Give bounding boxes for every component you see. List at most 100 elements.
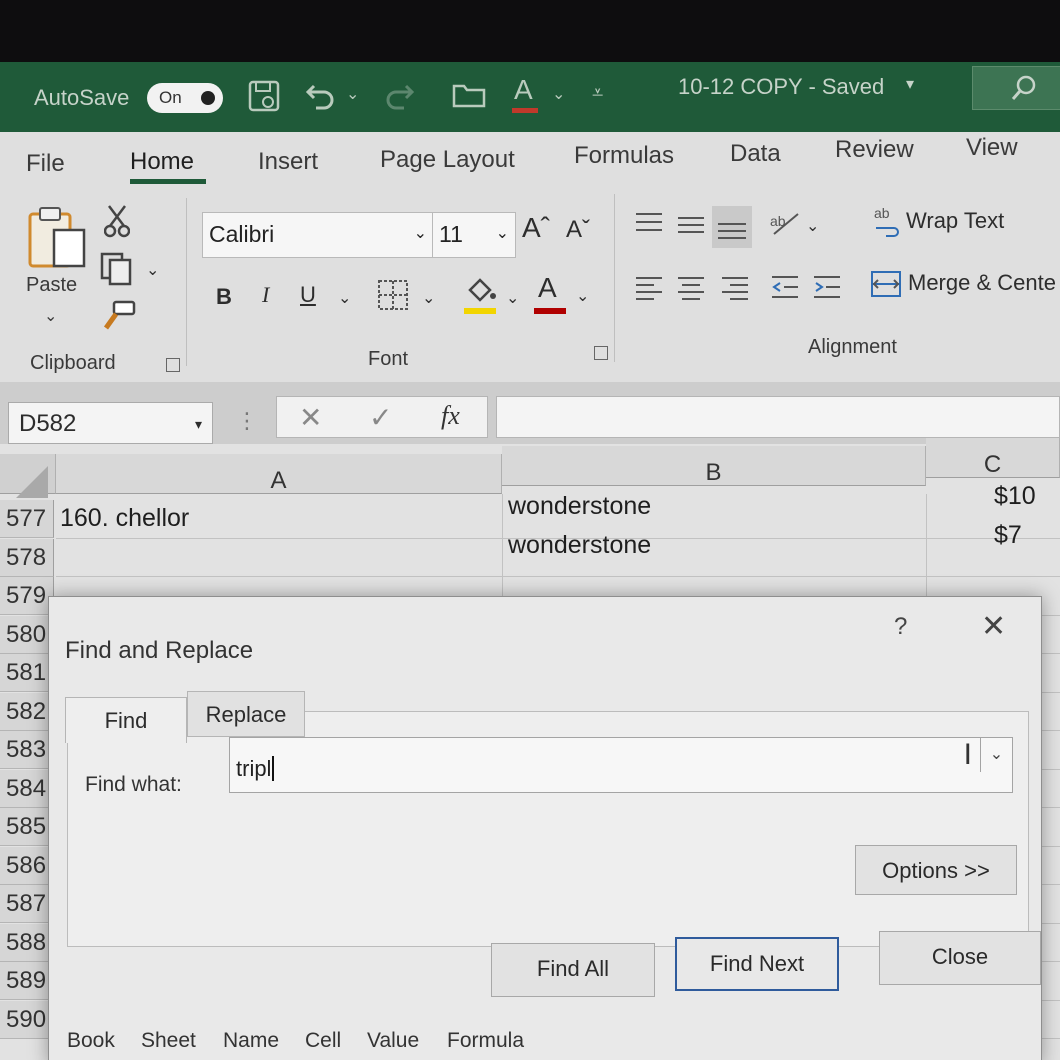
drag-handle-icon[interactable]: ⋮	[236, 408, 258, 434]
tab-file[interactable]: File	[26, 150, 65, 178]
tab-data[interactable]: Data	[730, 140, 781, 168]
formula-input[interactable]	[496, 396, 1060, 438]
row-header[interactable]: 589	[0, 962, 54, 1000]
font-color-dropdown-icon[interactable]: ⌄	[552, 84, 565, 104]
row-header[interactable]: 587	[0, 885, 54, 923]
tab-review[interactable]: Review	[835, 136, 914, 164]
document-title[interactable]: 10-12 COPY - Saved	[678, 74, 884, 100]
borders-icon[interactable]	[376, 278, 410, 317]
find-next-button[interactable]: Find Next	[675, 937, 839, 991]
orientation-dropdown-icon[interactable]: ⌄	[806, 216, 819, 236]
confirm-icon[interactable]: ✓	[369, 401, 392, 434]
title-dropdown-icon[interactable]: ▾	[906, 74, 914, 94]
fill-color-dropdown-icon[interactable]: ⌄	[506, 288, 519, 308]
redo-icon[interactable]	[382, 78, 416, 119]
tab-insert[interactable]: Insert	[258, 148, 318, 176]
align-center-icon[interactable]	[676, 272, 706, 311]
cell-c[interactable]: $7	[994, 521, 1022, 550]
tab-view[interactable]: View	[966, 134, 1018, 162]
underline-dropdown-icon[interactable]: ⌄	[338, 288, 351, 308]
row-header[interactable]: 585	[0, 808, 54, 846]
row-header[interactable]: 579	[0, 577, 54, 615]
select-all-corner[interactable]	[0, 454, 56, 498]
font-color-dropdown-icon[interactable]: ⌄	[576, 286, 589, 306]
tab-replace[interactable]: Replace	[187, 691, 305, 737]
open-folder-icon[interactable]	[452, 80, 488, 117]
paste-dropdown-icon[interactable]: ⌄	[44, 306, 57, 326]
search-box[interactable]	[972, 66, 1060, 110]
bold-button[interactable]: B	[216, 284, 232, 310]
font-size-select[interactable]: 11 ⌄	[432, 212, 516, 258]
row-header[interactable]: 581	[0, 654, 54, 692]
undo-icon[interactable]	[304, 78, 338, 119]
paste-icon[interactable]	[26, 206, 88, 275]
font-color-icon[interactable]: A	[514, 74, 533, 106]
options-button[interactable]: Options >>	[855, 845, 1017, 895]
undo-dropdown-icon[interactable]: ⌄	[346, 84, 359, 104]
decrease-indent-icon[interactable]	[770, 272, 800, 307]
cell-a[interactable]: 160. chellor	[60, 504, 189, 533]
results-header-name[interactable]: Name	[223, 1029, 279, 1053]
row-header[interactable]: 583	[0, 731, 54, 769]
bottom-align-icon[interactable]	[712, 206, 752, 248]
font-color-button[interactable]: A	[538, 272, 557, 304]
wrap-text-icon[interactable]: ab	[872, 204, 902, 243]
fill-color-icon[interactable]	[464, 276, 498, 311]
copy-dropdown-icon[interactable]: ⌄	[146, 260, 159, 280]
tab-home[interactable]: Home	[130, 148, 194, 176]
copy-icon[interactable]	[100, 252, 134, 291]
close-button[interactable]: Close	[879, 931, 1041, 985]
results-header-formula[interactable]: Formula	[447, 1029, 524, 1053]
increase-font-icon[interactable]: Aˆ	[522, 212, 550, 244]
help-button[interactable]: ?	[894, 613, 907, 641]
tab-formulas[interactable]: Formulas	[574, 142, 674, 170]
align-right-icon[interactable]	[720, 272, 750, 311]
find-all-button[interactable]: Find All	[491, 943, 655, 997]
font-family-select[interactable]: Calibri ⌄	[202, 212, 434, 258]
row-header[interactable]: 582	[0, 692, 54, 731]
cell-b[interactable]: wonderstone	[508, 531, 651, 560]
italic-button[interactable]: I	[262, 282, 269, 308]
row-header[interactable]: 578	[0, 538, 54, 577]
name-box[interactable]: D582 ▾	[8, 402, 213, 444]
save-icon[interactable]	[246, 78, 282, 121]
insert-function-button[interactable]: fx	[441, 401, 460, 431]
underline-button[interactable]: U	[300, 282, 316, 308]
results-header-sheet[interactable]: Sheet	[141, 1029, 196, 1053]
results-header-value[interactable]: Value	[367, 1029, 419, 1053]
format-painter-icon[interactable]	[102, 300, 136, 335]
row-header[interactable]: 580	[0, 615, 54, 654]
customize-icon[interactable]: ⩡	[592, 82, 603, 105]
merge-center-icon[interactable]	[870, 268, 902, 305]
wrap-text-button[interactable]: Wrap Text	[906, 208, 1004, 234]
row-header[interactable]: 590	[0, 1000, 54, 1039]
column-header-c[interactable]: C	[926, 438, 1060, 478]
column-header-b[interactable]: B	[502, 446, 926, 486]
close-icon[interactable]: ✕	[981, 609, 1006, 644]
top-align-icon[interactable]	[634, 210, 664, 241]
merge-center-button[interactable]: Merge & Cente	[908, 270, 1056, 296]
align-left-icon[interactable]	[634, 272, 664, 311]
borders-dropdown-icon[interactable]: ⌄	[422, 288, 435, 308]
middle-align-icon[interactable]	[676, 212, 706, 243]
row-header[interactable]: 586	[0, 846, 54, 885]
column-header-a[interactable]: A	[56, 454, 502, 494]
row-header[interactable]: 577	[0, 500, 54, 538]
results-header-cell[interactable]: Cell	[305, 1029, 341, 1053]
autosave-toggle[interactable]: On	[147, 83, 223, 113]
clipboard-launcher-icon[interactable]	[166, 358, 180, 372]
cell-c[interactable]: $10	[994, 482, 1036, 511]
tab-find[interactable]: Find	[65, 697, 187, 743]
find-what-input[interactable]: tripl I ⌄	[229, 737, 1013, 793]
row-header[interactable]: 584	[0, 769, 54, 808]
orientation-icon[interactable]: ab	[768, 208, 802, 243]
font-launcher-icon[interactable]	[594, 346, 608, 360]
cut-icon[interactable]	[103, 204, 131, 243]
row-header[interactable]: 588	[0, 923, 54, 962]
find-history-dropdown[interactable]: ⌄	[980, 738, 1012, 772]
cancel-icon[interactable]: ✕	[299, 401, 322, 434]
results-header-book[interactable]: Book	[67, 1029, 115, 1053]
tab-page-layout[interactable]: Page Layout	[380, 146, 515, 174]
decrease-font-icon[interactable]: Aˇ	[566, 216, 590, 244]
paste-label[interactable]: Paste	[26, 274, 77, 297]
